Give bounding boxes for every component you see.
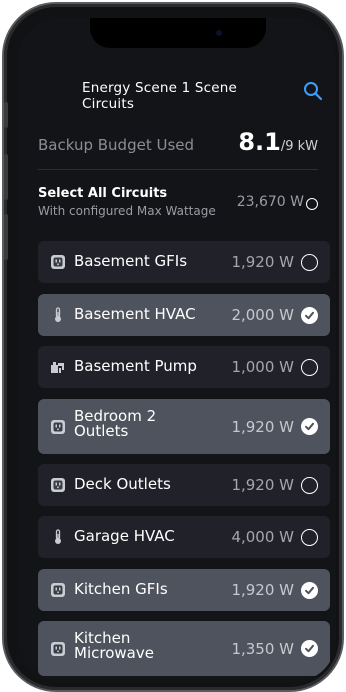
app-screen: Energy Scene 1 Scene Circuits Backup Bud… (18, 18, 336, 682)
circuit-row[interactable]: Kitchen Microwave 1,350 W (38, 621, 330, 676)
circuit-wattage: 1,920 W (231, 417, 294, 436)
circuit-label: Basement HVAC (74, 305, 196, 323)
circuit-radio[interactable] (301, 581, 318, 599)
circuit-wattage: 2,000 W (231, 306, 294, 324)
volume-up-button (4, 154, 8, 200)
select-all-wattage: 23,670 W (236, 194, 304, 210)
thermometer-icon (50, 307, 66, 323)
circuit-row[interactable]: Bedroom 2 Outlets 1,920 W (38, 399, 330, 454)
circuit-radio[interactable] (301, 528, 318, 546)
circuit-label: Basement Pump (74, 357, 197, 375)
circuit-wattage: 1,000 W (231, 358, 294, 376)
thermometer-icon (50, 529, 66, 545)
circuit-radio[interactable] (301, 306, 318, 324)
circuit-row[interactable]: Kitchen GFIs 1,920 W (38, 569, 330, 611)
circuit-label: Bedroom 2 Outlets (74, 407, 157, 440)
circuit-row[interactable]: Deck Outlets 1,920 W (38, 464, 330, 506)
circuit-wattage: 1,920 W (231, 581, 294, 599)
circuit-label: Kitchen GFIs (74, 580, 168, 598)
circuit-row[interactable]: Basement GFIs 1,920 W (38, 241, 330, 283)
circuit-row[interactable]: Garage HVAC 4,000 W (38, 516, 330, 558)
outlet-icon (50, 419, 66, 435)
volume-down-button (4, 214, 8, 260)
outlet-icon (50, 641, 66, 657)
select-all-title: Select All Circuits (38, 186, 168, 201)
circuit-label: Basement GFIs (74, 252, 188, 270)
circuit-wattage: 1,920 W (231, 476, 294, 494)
circuit-row[interactable]: Basement Pump 1,000 W (38, 346, 330, 388)
camera (216, 30, 222, 36)
budget-used: 8.1 (238, 128, 281, 156)
page-title: Energy Scene 1 Scene Circuits (82, 80, 238, 112)
select-all-radio[interactable] (306, 198, 318, 210)
pump-icon (50, 359, 66, 375)
budget-value: 8.1/9 kW (238, 128, 318, 156)
notch (90, 18, 266, 48)
budget-total: /9 kW (280, 139, 318, 154)
circuit-label: Garage HVAC (74, 527, 175, 545)
select-all-subtitle: With configured Max Wattage (38, 204, 216, 218)
mute-switch (4, 102, 8, 128)
circuit-row[interactable]: Basement HVAC 2,000 W (38, 294, 330, 336)
circuit-radio[interactable] (301, 253, 318, 271)
circuit-label: Deck Outlets (74, 475, 171, 493)
circuit-radio[interactable] (301, 476, 318, 494)
circuit-wattage: 1,350 W (231, 639, 294, 658)
circuit-label: Kitchen Microwave (74, 629, 154, 662)
outlet-icon (50, 254, 66, 270)
budget-label: Backup Budget Used (38, 136, 195, 154)
outlet-icon (50, 582, 66, 598)
search-icon[interactable] (302, 80, 324, 102)
circuit-radio[interactable] (301, 640, 318, 657)
circuit-radio[interactable] (301, 418, 318, 435)
phone-frame: Energy Scene 1 Scene Circuits Backup Bud… (4, 4, 342, 690)
circuit-wattage: 4,000 W (231, 528, 294, 546)
circuit-radio[interactable] (301, 358, 318, 376)
outlet-icon (50, 477, 66, 493)
circuit-wattage: 1,920 W (231, 253, 294, 271)
divider (38, 169, 318, 170)
